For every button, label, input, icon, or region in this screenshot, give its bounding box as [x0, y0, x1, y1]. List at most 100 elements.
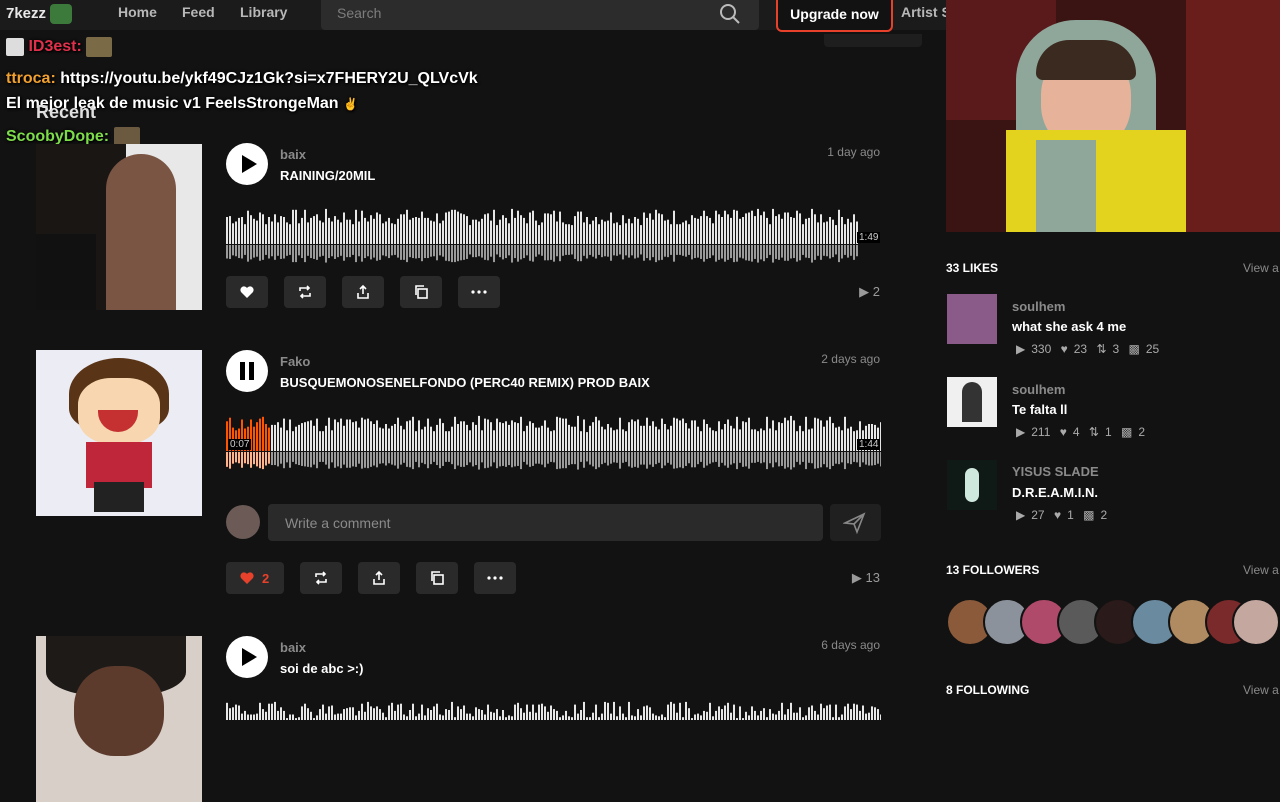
repost-button[interactable] [284, 276, 326, 308]
logo-text: 7kezz [6, 4, 47, 22]
view-all-followers-link[interactable]: View a [1243, 563, 1279, 577]
repost-icon [315, 571, 327, 585]
track-title[interactable]: soi de abc >:) [280, 661, 363, 676]
comment-placeholder: Write a comment [285, 515, 391, 531]
chat-user: ID3est: [28, 38, 82, 56]
logo[interactable]: 7kezz [6, 4, 73, 24]
waveform[interactable] [226, 696, 881, 720]
view-all-following-link[interactable]: View a [1243, 683, 1279, 697]
chat-user: ttroca: [6, 70, 56, 87]
liked-track-title[interactable]: what she ask 4 me [1012, 319, 1126, 334]
share-icon [373, 570, 385, 585]
track-cover[interactable] [36, 144, 202, 310]
chat-user: ScoobyDope: [6, 128, 110, 146]
avatar [226, 505, 260, 539]
liked-track-user[interactable]: YISUS SLADE [1012, 464, 1099, 479]
play-icon: ▶ [1016, 342, 1026, 356]
play-icon [242, 648, 257, 666]
track-cover[interactable] [36, 636, 202, 802]
repost-button[interactable] [300, 562, 342, 594]
followers-header: 13 FOLLOWERS [946, 563, 1040, 577]
send-icon [843, 512, 866, 535]
liked-track-cover[interactable] [947, 377, 997, 427]
more-button[interactable] [458, 276, 500, 308]
play-count-icon: ▶ [859, 284, 870, 299]
sort-dropdown[interactable] [824, 34, 922, 47]
liked-track-title[interactable]: Te falta ll [1012, 402, 1067, 417]
like-button[interactable]: 2 [226, 562, 284, 594]
liked-track-stats: ▶ 330 ♥ 23 ⇅ 3 ▩ 25 [1016, 342, 1165, 356]
track-duration: 1:49 [857, 232, 881, 243]
waveform[interactable] [226, 203, 881, 263]
view-all-likes-link[interactable]: View a [1243, 261, 1279, 275]
track-artist[interactable]: baix [280, 640, 306, 655]
liked-track-title[interactable]: D.R.E.A.M.I.N. [1012, 485, 1098, 500]
track-title[interactable]: BUSQUEMONOSENELFONDO (PERC40 REMIX) PROD… [280, 375, 650, 390]
comments-value: 2 [1138, 425, 1145, 439]
heart-icon: ♥ [1060, 342, 1068, 356]
comment-icon: ▩ [1083, 508, 1095, 522]
track-elapsed: 0:07 [228, 439, 252, 450]
heart-icon [240, 286, 254, 298]
chat-message: ttroca: https://youtu.be/ykf49CJz1Gk?si=… [6, 70, 478, 88]
nav-feed[interactable]: Feed [182, 4, 215, 20]
track-artist[interactable]: baix [280, 147, 306, 162]
liked-track-cover[interactable] [947, 294, 997, 344]
play-count-value: 2 [872, 284, 880, 299]
reposts-value: 1 [1104, 425, 1112, 439]
plays-value: 330 [1031, 342, 1052, 356]
top-bar: 7kezz Home Feed Library Search Upgrade n… [0, 0, 946, 32]
track-artist[interactable]: Fako [280, 354, 310, 369]
follower-avatar[interactable] [1232, 598, 1280, 646]
nav-library[interactable]: Library [240, 4, 287, 20]
liked-track-user[interactable]: soulhem [1012, 382, 1065, 397]
play-button[interactable] [226, 636, 268, 678]
nav-home[interactable]: Home [118, 4, 157, 20]
comment-icon: ▩ [1128, 342, 1140, 356]
waveform[interactable] [226, 410, 881, 470]
more-icon [471, 290, 487, 294]
search-input[interactable]: Search [321, 0, 759, 30]
send-comment-button[interactable] [830, 504, 881, 541]
badge-icon [6, 38, 24, 56]
likes-value: 23 [1073, 342, 1088, 356]
pause-button[interactable] [226, 350, 268, 392]
nav-artist[interactable]: Artist S [901, 4, 946, 20]
following-header: 8 FOLLOWING [946, 683, 1030, 697]
repost-icon: ⇅ [1096, 342, 1107, 356]
liked-track-stats: ▶ 211 ♥ 4 ⇅ 1 ▩ 2 [1016, 425, 1151, 439]
heart-icon [240, 572, 254, 584]
liked-track-user[interactable]: soulhem [1012, 299, 1065, 314]
track-cover[interactable] [36, 350, 202, 516]
webcam-overlay [946, 0, 1280, 232]
share-button[interactable] [358, 562, 400, 594]
heart-icon: ♥ [1059, 425, 1067, 439]
like-count: 2 [262, 571, 270, 586]
search-icon [719, 3, 741, 30]
track-date: 6 days ago [821, 638, 880, 652]
liked-track-cover[interactable] [947, 460, 997, 510]
repost-icon: ⇅ [1088, 425, 1099, 439]
copy-button[interactable] [416, 562, 458, 594]
play-count: ▶ 2 [820, 284, 880, 300]
likes-header: 33 LIKES [946, 261, 999, 275]
play-button[interactable] [226, 143, 268, 185]
copy-icon [415, 285, 428, 299]
heart-icon: ♥ [1053, 508, 1062, 522]
play-count-value: 13 [865, 570, 880, 585]
emote-icon [86, 37, 113, 57]
pause-icon [240, 362, 254, 380]
emote-icon: ✌ [343, 97, 358, 111]
play-count-icon: ▶ [851, 570, 862, 585]
upgrade-button[interactable]: Upgrade now [776, 0, 893, 32]
like-button[interactable] [226, 276, 268, 308]
copy-button[interactable] [400, 276, 442, 308]
track-title[interactable]: RAINING/20MIL [280, 168, 375, 183]
repost-icon [299, 285, 311, 299]
share-button[interactable] [342, 276, 384, 308]
comment-icon: ▩ [1120, 425, 1133, 439]
comment-input[interactable]: Write a comment [268, 504, 823, 541]
more-button[interactable] [474, 562, 516, 594]
chat-text: https://youtu.be/ykf49CJz1Gk?si=x7FHERY2… [60, 70, 478, 87]
copy-icon [431, 571, 444, 585]
